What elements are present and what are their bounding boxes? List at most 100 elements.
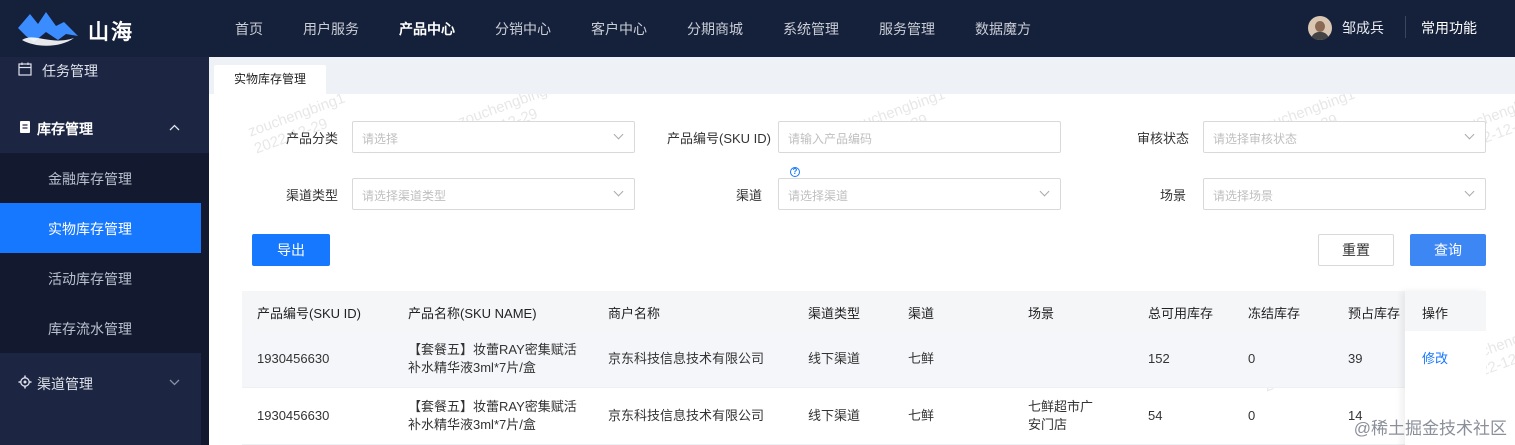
cell-channel: 七鲜 <box>908 351 935 366</box>
category-select[interactable]: 请选择 <box>352 121 635 153</box>
sidebar-item-label: 任务管理 <box>42 63 98 79</box>
avatar[interactable] <box>1308 16 1332 40</box>
sidebar-item-channel[interactable]: 渠道管理 <box>0 357 209 407</box>
sidebar-item-label: 金融库存管理 <box>48 171 132 187</box>
cell-frozen: 0 <box>1248 408 1256 423</box>
calendar-icon <box>18 62 32 76</box>
tab-bar: 实物库存管理 <box>209 57 1515 94</box>
cell-frozen: 0 <box>1248 351 1256 366</box>
audit-status-select[interactable]: 请选择审核状态 <box>1203 121 1486 153</box>
username[interactable]: 邹成兵 <box>1342 18 1384 38</box>
chevron-up-icon <box>169 124 180 131</box>
nav-user-service[interactable]: 用户服务 <box>303 19 359 39</box>
table-header: 产品编号(SKU ID) 产品名称(SKU NAME) 商户名称 渠道类型 渠道… <box>242 291 1486 331</box>
nav-home[interactable]: 首页 <box>235 19 263 39</box>
cell-sku: 1930456630 <box>257 408 330 423</box>
logo-icon <box>18 12 78 46</box>
sidebar-item-physical-inventory[interactable]: 实物库存管理 <box>0 203 201 253</box>
sidebar-item-task[interactable]: 任务管理 <box>0 57 209 96</box>
scene-placeholder: 请选择场景 <box>1213 189 1274 203</box>
nav-product-center[interactable]: 产品中心 <box>399 19 455 39</box>
chevron-down-icon <box>1464 186 1475 197</box>
table-row[interactable]: 1930456630 【套餐五】妆蕾RAY密集赋活补水精华液3ml*7片/盒 京… <box>242 331 1486 388</box>
cell-channel: 七鲜 <box>908 408 935 423</box>
export-button[interactable]: 导出 <box>252 234 330 266</box>
cell-product-name: 【套餐五】妆蕾RAY密集赋活补水精华液3ml*7片/盒 <box>408 342 577 375</box>
column-header: 操作 <box>1422 306 1449 321</box>
column-header[interactable]: 产品名称(SKU NAME) <box>408 303 537 322</box>
chevron-down-icon <box>1464 129 1475 140</box>
channel-select[interactable]: 请选择渠道 <box>778 178 1061 210</box>
gear-icon <box>18 375 32 389</box>
column-header[interactable]: 预占库存 <box>1348 303 1400 322</box>
brand-name: 山海 <box>88 21 134 44</box>
top-bar: 山海 首页 用户服务 产品中心 分销中心 客户中心 分期商城 系统管理 服务管理… <box>0 0 1515 57</box>
sidebar-item-label: 库存流水管理 <box>48 321 132 337</box>
cell-sku: 1930456630 <box>257 351 330 366</box>
cell-merchant: 京东科技信息技术有限公司 <box>608 408 765 423</box>
column-header[interactable]: 渠道类型 <box>808 303 860 322</box>
sidebar-item-inventory[interactable]: 库存管理 <box>0 103 209 153</box>
cell-product-name: 【套餐五】妆蕾RAY密集赋活补水精华液3ml*7片/盒 <box>408 399 577 432</box>
reset-button[interactable]: 重置 <box>1318 234 1394 266</box>
scene-select[interactable]: 请选择场景 <box>1203 178 1486 210</box>
channel-label: 渠道 <box>736 188 763 203</box>
table-row[interactable]: 1930456630 【套餐五】妆蕾RAY密集赋活补水精华液3ml*7片/盒 京… <box>242 388 1486 445</box>
query-button[interactable]: 查询 <box>1410 234 1486 266</box>
channel-type-select[interactable]: 请选择渠道类型 <box>352 178 635 210</box>
sidebar: 任务管理 库存管理 金融库存管理 实物库存管理 活动库存管理 库存流水管理 渠道… <box>0 57 209 445</box>
sidebar-item-label: 渠道管理 <box>37 376 93 392</box>
sidebar-item-activity-inventory[interactable]: 活动库存管理 <box>0 253 201 303</box>
chevron-down-icon <box>613 186 624 197</box>
cell-scene: 七鲜超市广安门店 <box>1028 399 1094 432</box>
audit-status-placeholder: 请选择审核状态 <box>1213 132 1298 146</box>
scene-label: 场景 <box>1160 188 1187 203</box>
channel-type-placeholder: 请选择渠道类型 <box>362 189 447 203</box>
nav-data-cube[interactable]: 数据魔方 <box>975 19 1031 39</box>
nav-distribution-center[interactable]: 分销中心 <box>495 19 551 39</box>
nav-service-management[interactable]: 服务管理 <box>879 19 935 39</box>
nav-system-management[interactable]: 系统管理 <box>783 19 839 39</box>
cell-reserved: 39 <box>1348 351 1363 366</box>
main-panel: zouchengbing12022-12-29 zouchengbing1202… <box>209 94 1515 445</box>
divider <box>1405 16 1406 38</box>
sku-id-placeholder: 请输入产品编码 <box>788 132 873 146</box>
sidebar-item-inventory-flow[interactable]: 库存流水管理 <box>0 303 201 353</box>
column-header[interactable]: 场景 <box>1028 303 1054 322</box>
column-header[interactable]: 产品编号(SKU ID) <box>257 303 361 322</box>
edit-link[interactable]: 修改 <box>1422 348 1448 367</box>
channel-type-label: 渠道类型 <box>286 188 339 203</box>
column-header[interactable]: 冻结库存 <box>1248 303 1300 322</box>
main-content: 实物库存管理 zouchengbing1 2022-12-29 zouchengb… <box>209 57 1515 445</box>
sidebar-item-label: 实物库存管理 <box>48 221 132 237</box>
column-header[interactable]: 商户名称 <box>608 303 660 322</box>
chevron-down-icon <box>613 129 624 140</box>
help-icon[interactable]: ? <box>790 167 800 177</box>
logo[interactable]: 山海 <box>16 8 216 48</box>
common-functions-button[interactable]: 常用功能 <box>1421 18 1477 38</box>
channel-placeholder: 请选择渠道 <box>788 189 849 203</box>
sku-id-input[interactable]: 请输入产品编码 <box>778 121 1061 153</box>
column-header[interactable]: 渠道 <box>908 303 934 322</box>
cell-channel-type: 线下渠道 <box>808 408 861 423</box>
category-placeholder: 请选择 <box>362 132 399 146</box>
chevron-down-icon <box>169 379 180 386</box>
nav-customer-center[interactable]: 客户中心 <box>591 19 647 39</box>
cell-channel-type: 线下渠道 <box>808 351 861 366</box>
sidebar-item-financial-inventory[interactable]: 金融库存管理 <box>0 153 201 203</box>
cell-merchant: 京东科技信息技术有限公司 <box>608 351 765 366</box>
cell-available: 152 <box>1148 351 1170 366</box>
footer-watermark: @稀土掘金技术社区 <box>1353 419 1507 438</box>
tab-physical-inventory[interactable]: 实物库存管理 <box>214 65 327 94</box>
chevron-down-icon <box>1039 186 1050 197</box>
cell-available: 54 <box>1148 408 1163 423</box>
sku-id-label: 产品编号(SKU ID) <box>667 131 772 146</box>
column-header[interactable]: 总可用库存 <box>1148 303 1213 322</box>
sidebar-item-label: 活动库存管理 <box>48 271 132 287</box>
sidebar-item-label: 库存管理 <box>37 121 93 137</box>
category-label: 产品分类 <box>286 131 339 146</box>
nav-installment-mall[interactable]: 分期商城 <box>687 19 743 39</box>
audit-status-label: 审核状态 <box>1137 131 1190 146</box>
watermark: zouchengbing12022-12-29 <box>245 94 348 158</box>
document-icon <box>20 121 30 133</box>
